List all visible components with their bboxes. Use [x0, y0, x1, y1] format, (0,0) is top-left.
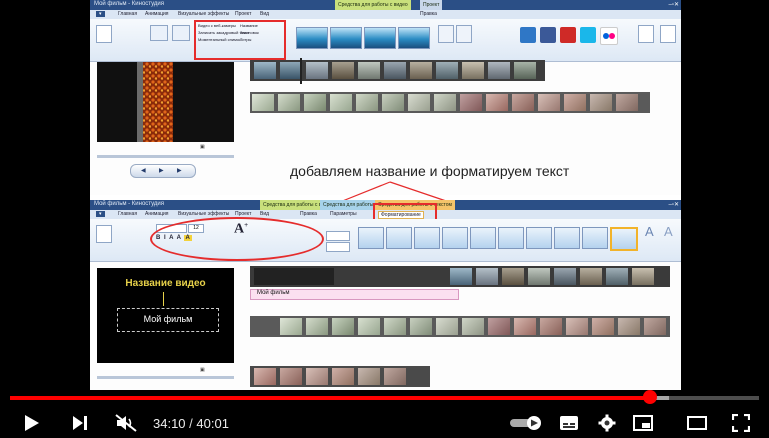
video-frame[interactable]: Мой фильм - Киностудия Средства для рабо… — [90, 0, 681, 390]
theater-mode-icon — [687, 416, 707, 430]
tab-options[interactable]: Параметры — [330, 211, 357, 217]
text-effect-thumbnail[interactable] — [582, 227, 608, 249]
subtitles-icon — [560, 416, 578, 430]
text-effect-thumbnail[interactable] — [414, 227, 440, 249]
movie-maker-window-bottom: Мой фильм - Киностудия Средства для рабо… — [90, 200, 681, 390]
clip-thumbnail — [306, 368, 328, 385]
clip-thumbnail — [566, 318, 588, 335]
theater-mode-button[interactable] — [684, 412, 710, 434]
clip-thumbnail — [332, 368, 354, 385]
clip-thumbnail — [606, 268, 628, 285]
outline-size-icon[interactable]: A — [645, 224, 654, 239]
clip-thumbnail — [280, 368, 302, 385]
title-text-box[interactable]: Мой фильм — [117, 308, 219, 332]
fullscreen-icon — [732, 414, 750, 432]
file-menu-button[interactable]: ▾ — [96, 211, 105, 217]
text-effect-thumbnail[interactable] — [470, 227, 496, 249]
tab-visual-effects[interactable]: Визуальные эффекты — [178, 211, 229, 217]
subtitles-button[interactable] — [556, 412, 582, 434]
clip-thumbnail — [358, 368, 380, 385]
clip-thumbnail — [632, 268, 654, 285]
outline-color-icon[interactable]: A — [664, 224, 673, 239]
duration: 40:01 — [196, 416, 229, 431]
text-effect-thumbnail[interactable] — [442, 227, 468, 249]
title-text[interactable]: Мой фильм — [118, 314, 218, 324]
window-controls-icon[interactable]: –▫✕ — [669, 201, 680, 208]
window-title: Мой фильм - Киностудия — [94, 201, 165, 207]
tab-view[interactable]: Вид — [260, 211, 269, 217]
play-icon — [25, 415, 39, 431]
scrubber-handle[interactable] — [642, 390, 657, 404]
text-effect-thumbnail[interactable] — [554, 227, 580, 249]
clip-thumbnail — [528, 268, 550, 285]
hint-arrow — [163, 292, 164, 306]
tab-edit[interactable]: Правка — [300, 211, 317, 217]
seek-slider[interactable] — [97, 376, 234, 379]
clip-thumbnail — [384, 368, 406, 385]
text-effect-thumbnail-selected[interactable] — [610, 227, 638, 251]
clip-thumbnail — [514, 318, 536, 335]
storyboard-clip[interactable] — [250, 366, 430, 387]
start-time-input[interactable] — [326, 231, 350, 241]
clip-thumbnail — [644, 318, 666, 335]
clip-thumbnail — [488, 318, 510, 335]
clip-thumbnail — [436, 318, 458, 335]
time-readout: ▣ — [200, 367, 205, 373]
next-button[interactable] — [68, 412, 92, 434]
storyboard-clip[interactable] — [250, 316, 670, 337]
clip-thumbnail — [554, 268, 576, 285]
text-effect-thumbnail[interactable] — [386, 227, 412, 249]
text-overlay-bar[interactable]: Мой фильм — [250, 289, 459, 300]
storyboard-clip[interactable] — [250, 266, 670, 287]
text-effect-thumbnail[interactable] — [498, 227, 524, 249]
clip-thumbnail — [358, 318, 380, 335]
tab-animation[interactable]: Анимация — [145, 211, 168, 217]
clip-thumbnail — [502, 268, 524, 285]
fullscreen-button[interactable] — [728, 412, 754, 434]
clip-thumbnail — [462, 318, 484, 335]
clip-thumbnail — [384, 318, 406, 335]
mute-button[interactable] — [112, 412, 140, 434]
text-effect-thumbnail[interactable] — [526, 227, 552, 249]
played-bar — [10, 396, 650, 400]
title-clip — [254, 268, 334, 285]
autoplay-toggle-icon — [510, 416, 541, 430]
miniplayer-button[interactable] — [630, 412, 656, 434]
clip-thumbnail — [410, 318, 432, 335]
current-time: 34:10 — [153, 416, 186, 431]
play-button[interactable] — [20, 412, 44, 434]
settings-button[interactable] — [594, 412, 620, 434]
next-icon — [73, 416, 87, 430]
paste-icon[interactable] — [96, 225, 112, 243]
clip-thumbnail — [306, 318, 328, 335]
clip-thumbnail — [540, 318, 562, 335]
clip-thumbnail — [618, 318, 640, 335]
autoplay-toggle[interactable] — [508, 412, 544, 434]
preview-monitor[interactable]: Название видео Мой фильм — [97, 268, 234, 363]
preview-title-hint: Название видео — [125, 278, 206, 289]
clip-thumbnail — [580, 268, 602, 285]
duration-input[interactable] — [326, 242, 350, 252]
time-display: 34:10 / 40:01 — [153, 416, 229, 431]
tab-home[interactable]: Главная — [118, 211, 137, 217]
text-effect-thumbnail[interactable] — [358, 227, 384, 249]
clip-thumbnail — [450, 268, 472, 285]
clip-thumbnail — [254, 368, 276, 385]
time-separator: / — [185, 416, 197, 431]
muted-volume-icon — [115, 414, 137, 432]
miniplayer-icon — [633, 415, 653, 431]
clip-thumbnail — [592, 318, 614, 335]
clip-thumbnail — [280, 318, 302, 335]
clip-thumbnail — [332, 318, 354, 335]
settings-gear-icon — [598, 414, 616, 432]
highlight-oval-font-group — [150, 217, 324, 261]
ribbon-format: 12 B I A A A A+ A A — [90, 217, 681, 262]
text-overlay-label: Мой фильм — [257, 290, 290, 296]
clip-thumbnail — [476, 268, 498, 285]
